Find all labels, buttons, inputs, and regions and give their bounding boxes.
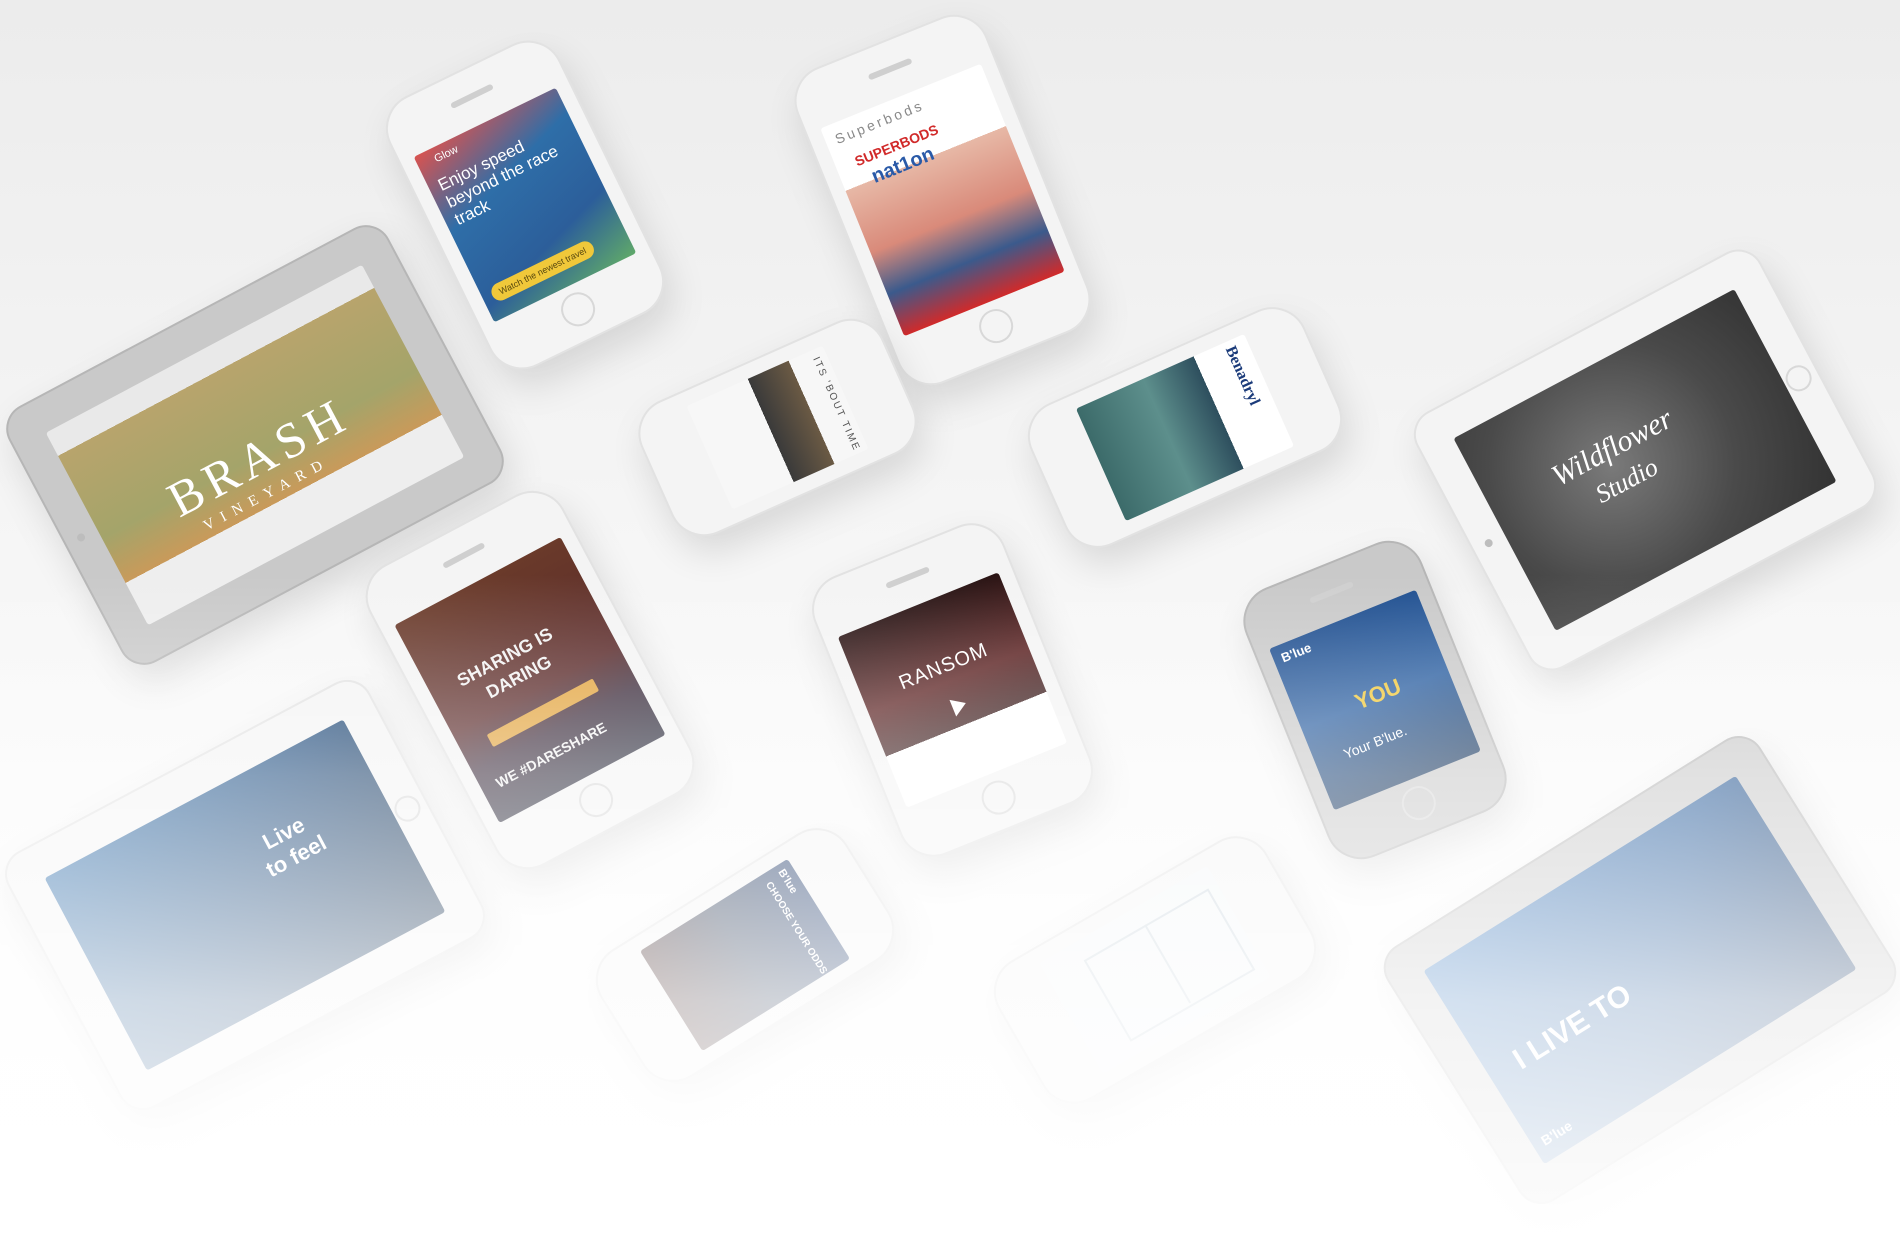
superbods-screen: Superbods SUPERBODS nat1on xyxy=(820,63,1065,337)
blue-tagline: Your B'lue. xyxy=(1341,722,1410,762)
tablet-camera-icon xyxy=(75,532,87,543)
watch-landscape-phone: ITS 'BOUT TIME xyxy=(626,307,929,548)
benadryl-brand: Benadryl xyxy=(1221,343,1264,409)
wildflower-screen: Wildflower Studio xyxy=(1453,289,1837,631)
choose-headline: CHOOSE YOUR ODDS xyxy=(763,880,829,977)
glow-headline: Enjoy speed beyond the race track xyxy=(434,136,562,229)
blue-brand: B'lue xyxy=(1278,639,1314,666)
choose-odds-landscape-phone: B'lue CHOOSE YOUR ODDS xyxy=(582,814,908,1096)
watch-headline: ITS 'BOUT TIME xyxy=(810,355,862,454)
speaker-grille xyxy=(449,83,494,110)
home-button xyxy=(973,304,1018,349)
speaker-grille xyxy=(442,542,486,569)
live-to-feel-tablet: Live to feel xyxy=(0,670,495,1120)
speaker-grille xyxy=(867,57,913,81)
home-button xyxy=(976,775,1021,820)
blue-phone: B'lue YOU Your B'lue. xyxy=(1232,529,1518,871)
ransom-phone: RANSOM xyxy=(801,512,1104,868)
daring-screen: SHARING IS DARING WE #DARESHARE xyxy=(394,536,666,824)
speaker-grille xyxy=(884,566,930,590)
ransom-headline: RANSOM xyxy=(895,638,992,695)
glow-brand: Glow xyxy=(432,143,461,166)
home-button xyxy=(1396,780,1441,826)
glow-screen: Glow Enjoy speed beyond the race track W… xyxy=(413,87,637,323)
benadryl-screen: Benadryl xyxy=(1075,333,1295,522)
plan-screen xyxy=(1038,866,1272,1074)
live-to-feel-screen: Live to feel xyxy=(44,719,446,1071)
blue-screen: B'lue YOU Your B'lue. xyxy=(1269,589,1481,811)
watch-screen: ITS 'BOUT TIME xyxy=(686,345,869,510)
blue-badge: YOU xyxy=(1351,673,1405,715)
livetofly-headline: I LIVE TO xyxy=(1507,977,1638,1077)
choose-screen: B'lue CHOOSE YOUR ODDS xyxy=(639,858,851,1052)
ransom-screen: RANSOM xyxy=(837,572,1068,808)
floor-plan-landscape-phone xyxy=(980,823,1330,1117)
wildflower-tablet: Wildflower Studio xyxy=(1404,240,1886,680)
device-collage: BRASH VINEYARD Glow Enjoy speed beyond t… xyxy=(0,0,1900,1250)
livetofly-screen: I LIVE TO B'lue xyxy=(1423,775,1857,1165)
tablet-camera-icon xyxy=(1483,537,1495,549)
home-button xyxy=(555,286,601,333)
home-button xyxy=(573,777,620,824)
benadryl-landscape-phone: Benadryl xyxy=(1016,295,1354,560)
livetofly-brand: B'lue xyxy=(1538,1117,1576,1149)
play-icon[interactable] xyxy=(949,694,970,717)
speaker-grille xyxy=(1309,581,1354,604)
